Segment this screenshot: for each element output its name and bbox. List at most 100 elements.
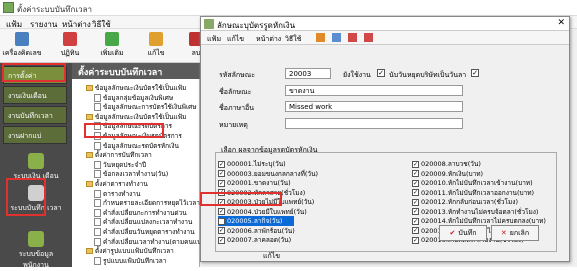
compute-checkbox[interactable]: ✓ [471,69,479,77]
active-checkbox[interactable]: ✓ [377,69,385,77]
tree-node-label: ตั้งค่าตารางทำงาน [95,180,148,188]
exit-icon[interactable] [364,33,373,42]
edit-icon [149,32,163,46]
name-th-field[interactable]: ขาดงาน [285,85,463,96]
item-checkbox[interactable]: ✓ [412,208,419,215]
document-icon [94,170,101,179]
item-checkbox[interactable]: ✓ [218,208,225,215]
note-field[interactable] [285,118,463,129]
deduction-item[interactable]: ✓ 020011.หักไม่บันทึกเวลาออกงาน(บาท) [412,188,552,198]
tree-node[interactable]: ตารางทำงาน [94,189,140,199]
tree-node-label: ข้อมูลลักษณะเงินบัตรใช้เป็นแฟ้ม [95,112,187,121]
settings-tree: ข้อมูลลักษณะเงินบัตรใช้เป็นแฟ้ม ข้อมูลกลุ… [72,79,204,267]
save-button[interactable]: ✔ บันทึก [439,225,487,241]
deduction-item[interactable]: ✓ 020006.ลาพักร้อน(วัน) [218,226,295,236]
folder-icon [86,181,93,187]
document-icon [94,228,101,236]
dialog-menu-file[interactable]: แฟ้ม [207,34,221,45]
item-checkbox[interactable]: ✓ [412,160,419,168]
name-en-field[interactable]: Missed work [285,101,463,112]
item-checkbox[interactable]: ✓ [218,179,225,187]
edit-button[interactable]: แก้ไข [136,32,176,62]
tree-node[interactable]: คำสั่งเปลี่ยนเวลาทำงาน(ตามคนแน่) [94,237,204,247]
tree-node[interactable]: กำหนดรายละเอียดการหยุดไว้เวลา [94,198,200,208]
calculator-icon [15,32,29,46]
deduction-item[interactable]: ✓ 020012.หักกลับก่อนเวลา(ชั่วโมง) [412,197,552,207]
deduction-item[interactable]: ✓ 020001.ขาดงาน(วัน) [218,178,294,188]
add-button[interactable]: เพิ่มเติม [92,32,132,62]
tree-node[interactable]: ข้อมูลลักษณะเงินบัตรใช้เป็นแฟ้ม [86,83,186,93]
document-icon [94,160,101,169]
item-checkbox[interactable]: ✓ [218,236,225,244]
deduction-item[interactable]: ✓ 000003.ยอมขนงกลกลางที่(วัน) [218,169,318,179]
calendar-button[interactable]: ปฏิทิน [50,32,90,62]
refresh-icon[interactable] [332,33,341,42]
item-checkbox[interactable]: ✓ [218,227,225,234]
item-checkbox[interactable]: ✓ [412,170,419,177]
item-checkbox[interactable]: ✓ [412,236,419,244]
document-icon [94,189,101,198]
tree-node[interactable]: ข้อมูลลักษณะรดบัตรหักเงิน [94,141,179,151]
tree-node-label: ตั้งค่ารูปแบบแฟ้มบันทึกเวลา [95,247,174,256]
dialog-menu-edit[interactable]: แก้ไข [227,34,244,45]
tree-node[interactable]: ข้อกลงเวลาทำงาน(วัน) [94,169,168,179]
nav-deposit[interactable]: งานฝากแบ่ [3,126,67,144]
item-checkbox[interactable]: ✓ [218,170,225,177]
calculator-button[interactable]: เครื่องคิดเลข [2,32,42,62]
tree-node[interactable]: ข้อมูลลักษณะการบัตรใช้เงินพิเศษ [94,102,197,112]
tree-node[interactable]: รูปแบบแฟ้มบันทึกเวลา [94,256,166,266]
item-checkbox[interactable]: ✓ [412,189,419,196]
item-checkbox[interactable]: ✓ [412,179,419,187]
dialog-menu-window[interactable]: หน้าต่าง [256,34,281,45]
deduction-item[interactable]: ✓ 020010.หักไม่บันทึกเวลาเข้างาน(บาท) [412,178,552,188]
code-field[interactable]: 20003 [285,68,331,79]
nav-timekeeping[interactable]: งานบันทึกเวลา [3,106,67,124]
item-checkbox[interactable]: ✓ [412,217,419,225]
dialog-title-bar: ลักษณะบุบัตรรูดหักเงิน ✕ [201,17,569,31]
deduction-item[interactable]: ✓ 020008.ลาบวช(วัน) [412,159,552,169]
tree-node[interactable]: คำสั่งเปลี่ยนวันหยุดตารางทำงาน [94,227,195,237]
item-checkbox[interactable]: ✓ [218,217,225,225]
tree-node[interactable]: ตั้งค่ารูปแบบแฟ้มบันทึกเวลา [86,246,174,256]
employee-system-button[interactable]: ระบบข้อมูล พนักงาน [6,231,66,271]
tree-node[interactable]: ข้อมูลลักษณะเงินบัตรใช้เป็นแฟ้ม [86,112,186,122]
item-checkbox[interactable]: ✓ [412,227,419,234]
deduction-item[interactable]: ✓ 020004.ป่วยมีใบแพทย์(วัน) [218,207,307,217]
folder-icon [86,113,93,120]
tree-node[interactable]: คำสั่งเปลี่ยนกะการทำงานด่วน [94,208,187,218]
item-checkbox[interactable]: ✓ [412,198,419,206]
folder-icon [86,85,93,91]
item-label: 020013.หักทำงานไม่ครบจ้อดลา(ชั่วโมง) [421,207,539,216]
document-icon [94,103,101,112]
tree-node[interactable]: ตั้งค่าตารางทำงาน [86,179,148,189]
item-label: 020001.ขาดงาน(วัน) [227,179,291,187]
name-en-label: ชื่อภาษาอื่น [219,104,255,112]
item-label: 020012.หักกลับก่อนเวลา(ชั่วโมง) [421,198,519,206]
tree-node[interactable]: คำสั่งเปลี่ยนแปลงกะเวลาทำงาน [94,217,192,227]
deduction-item[interactable]: ✓ 020013.หักทำงานไม่ครบจ้อดลา(ชั่วโมง) [412,207,552,217]
record-icon[interactable] [316,33,325,42]
item-label: 000001.ไม่ระบุ(วัน) [227,160,286,168]
tree-node-label: ข้อมูลลักษณะรดบัตรหักเงิน [103,141,179,150]
deduction-item[interactable]: ✓ 020009.หักเงิน(บาท) [412,169,552,179]
deduction-item[interactable]: ✓ 020005.ลากิจ(วัน) [218,216,294,226]
dialog-icon [204,19,214,29]
nav-salary[interactable]: งานเงินเดือน [3,86,67,104]
salary-icon [28,153,44,169]
close-icon[interactable]: ✕ [557,18,565,28]
tree-node-label: คำสั่งเปลี่ยนวันหยุดตารางทำงาน [103,228,195,236]
tree-node[interactable]: วันหยุดประจำปี [94,160,146,170]
window-title: ตั้งค่าระบบบันทึกเวลา [17,5,92,14]
item-checkbox[interactable]: ✓ [218,160,225,168]
tree-node-label: ข้อมูลลักษณะการบัตรใช้เงินพิเศษ [103,103,197,112]
dialog-menu-help[interactable]: วิธีใช้ [285,34,301,45]
deduction-item[interactable]: ✓ 020007.ลาคลอด(วัน) [218,235,294,245]
deduction-item[interactable]: ✓ 000001.ไม่ระบุ(วัน) [218,159,294,169]
tree-node[interactable]: ข้อมูลกลุ่มข้อมูลเงินพิเศษ [94,93,173,103]
tree-node[interactable]: ตั้งค่าการบันทึกเวลา [86,150,152,160]
document-icon [94,93,101,102]
cancel-button[interactable]: ✕ ยกเลิก [491,225,539,241]
employee-icon [28,231,44,247]
document-icon [94,199,101,208]
delete-icon[interactable] [348,33,357,42]
